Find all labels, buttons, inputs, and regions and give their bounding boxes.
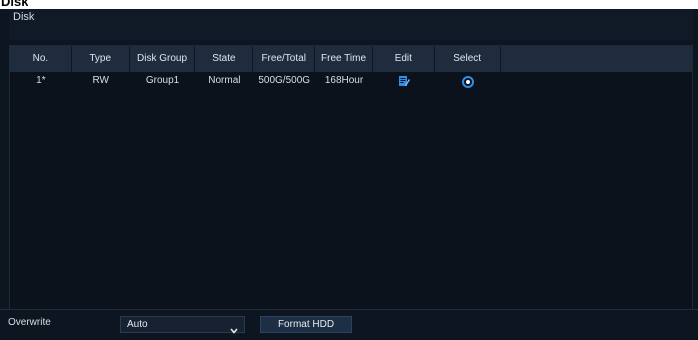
column-header-free-time[interactable]: Free Time — [315, 46, 373, 72]
column-header-disk-group[interactable]: Disk Group — [130, 46, 196, 72]
panel-title: Disk — [13, 11, 35, 23]
cell-free-time: 168Hour — [324, 75, 364, 86]
cell-state: Normal — [208, 75, 241, 86]
column-header-no[interactable]: No. — [10, 46, 72, 72]
cell-type: RW — [92, 75, 109, 86]
panel-header: Disk — [9, 9, 693, 40]
cell-edit — [373, 72, 435, 94]
cell-free-total: 500G/500G — [258, 75, 311, 86]
cell-disk-group: Group1 — [145, 75, 180, 86]
footer-divider — [0, 309, 698, 310]
page-heading: Disk — [1, 0, 29, 8]
cell-select — [435, 72, 501, 94]
overwrite-label: Overwrite — [8, 317, 51, 328]
column-header-empty — [501, 46, 692, 72]
column-header-state[interactable]: State — [195, 46, 254, 72]
edit-icon[interactable] — [398, 75, 410, 87]
cell-no: 1* — [36, 75, 46, 86]
overwrite-value: Auto — [127, 319, 148, 330]
column-header-free-total[interactable]: Free/Total — [253, 46, 316, 72]
column-header-edit: Edit — [373, 46, 435, 72]
table-row[interactable]: 1* RW Group1 Normal 500G/500G 168Hour — [10, 72, 692, 94]
chevron-down-icon — [230, 321, 238, 334]
cell-empty — [501, 72, 692, 94]
disk-table: No. Type Disk Group State Free/Total Fre… — [9, 45, 693, 310]
disk-panel: Disk No. Type Disk Group State Free/Tota… — [0, 9, 698, 340]
radio-icon[interactable] — [461, 76, 474, 88]
column-header-type[interactable]: Type — [72, 46, 130, 72]
overwrite-dropdown[interactable]: Auto — [120, 316, 245, 334]
format-hdd-button[interactable]: Format HDD — [260, 316, 352, 333]
table-header: No. Type Disk Group State Free/Total Fre… — [10, 46, 692, 72]
column-header-select: Select — [435, 46, 501, 72]
